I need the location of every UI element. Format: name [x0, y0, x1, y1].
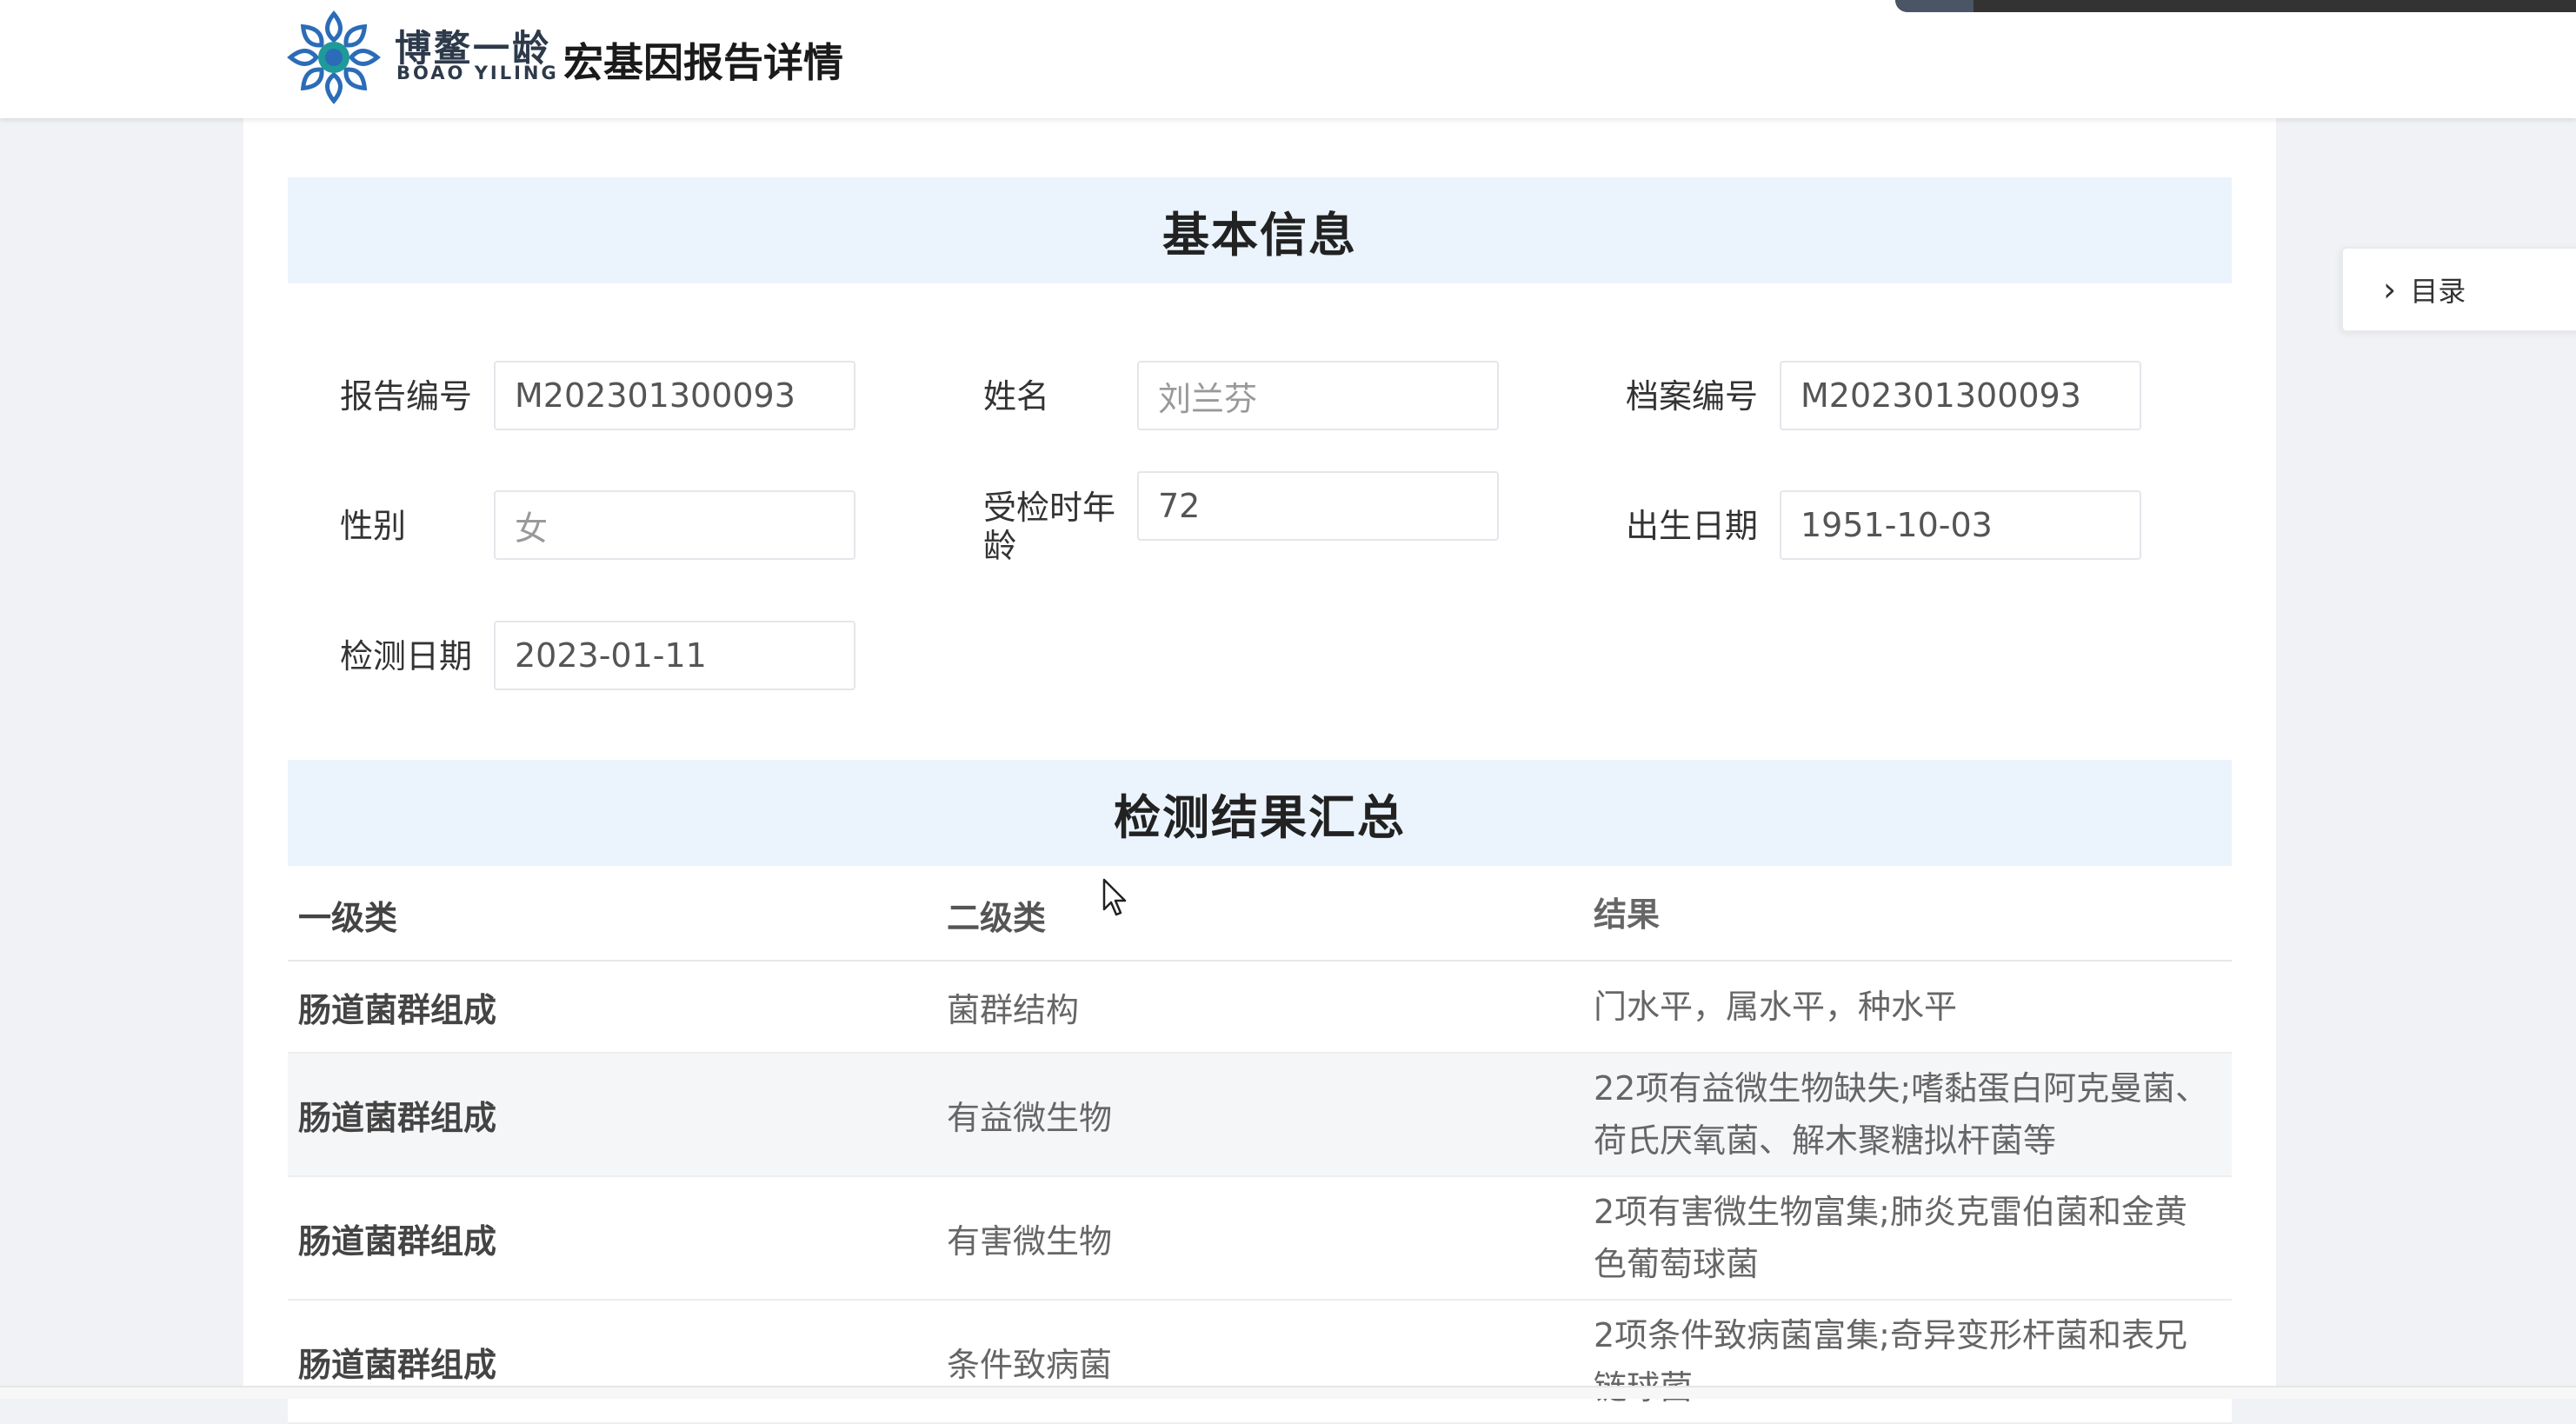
label-archive-no: 档案编号: [1626, 377, 1759, 416]
cell-level1: 肠道菌群组成: [298, 1345, 497, 1384]
top-overlay-accent: [1895, 0, 1974, 12]
label-birth-date: 出生日期: [1626, 507, 1759, 545]
top-header: 博鳌一龄 BOAO YILING 宏基因报告详情: [0, 0, 2576, 118]
cell-level2: 有益微生物: [947, 1098, 1113, 1137]
results-table: 一级类 二级类 结果 肠道菌群组成 菌群结构 门水平，属水平，种水平 肠道菌群组…: [288, 869, 2232, 1424]
label-test-date: 检测日期: [340, 637, 473, 675]
column-header-level2: 二级类: [947, 898, 1047, 937]
cell-result: 2项有害微生物富集;肺炎克雷伯菌和金黄色葡萄球菌: [1594, 1193, 2187, 1283]
table-row: 肠道菌群组成 条件致病菌 2项条件致病菌富集;奇异变形杆菌和表兄链球菌: [288, 1301, 2232, 1424]
chevron-right-icon: ›: [2383, 270, 2397, 309]
table-header-row: 一级类 二级类 结果: [288, 869, 2232, 962]
table-row: 肠道菌群组成 有害微生物 2项有害微生物富集;肺炎克雷伯菌和金黄色葡萄球菌: [288, 1177, 2232, 1301]
label-report-no: 报告编号: [340, 377, 473, 416]
name-field[interactable]: 刘兰芬: [1137, 361, 1499, 430]
label-age: 受检时年龄: [983, 489, 1116, 565]
archive-no-field[interactable]: M202301300093: [1780, 361, 2141, 430]
cell-level1: 肠道菌群组成: [298, 1221, 497, 1261]
table-row: 肠道菌群组成 有益微生物 22项有益微生物缺失;嗜黏蛋白阿克曼菌、荷氏厌氧菌、解…: [288, 1054, 2232, 1177]
toc-label: 目录: [2410, 275, 2466, 308]
cell-level2: 有害微生物: [947, 1221, 1113, 1261]
cell-result: 门水平，属水平，种水平: [1594, 988, 1958, 1026]
report-no-field[interactable]: M202301300093: [494, 361, 855, 430]
test-date-field[interactable]: 2023-01-11: [494, 621, 855, 690]
toc-button[interactable]: › 目录: [2341, 247, 2576, 332]
page-title: 宏基因报告详情: [563, 39, 843, 86]
birth-date-field[interactable]: 1951-10-03: [1780, 490, 2141, 560]
cell-result: 2项条件致病菌富集;奇异变形杆菌和表兄链球菌: [1594, 1316, 2187, 1407]
label-name: 姓名: [983, 377, 1050, 416]
cell-level2: 菌群结构: [947, 990, 1080, 1029]
cell-level2: 条件致病菌: [947, 1345, 1113, 1384]
section-title-basic-info: 基本信息: [288, 177, 2232, 283]
column-header-level1: 一级类: [298, 898, 398, 937]
cell-level1: 肠道菌群组成: [298, 1098, 497, 1137]
table-row: 肠道菌群组成 菌群结构 门水平，属水平，种水平: [288, 962, 2232, 1054]
label-gender: 性别: [340, 507, 407, 545]
top-overlay-bar: [1895, 0, 2576, 12]
brand-name-en: BOAO YILING: [396, 63, 559, 83]
age-field[interactable]: 72: [1137, 471, 1499, 541]
mouse-cursor-icon: [1102, 878, 1127, 916]
column-header-result: 结果: [1594, 895, 1661, 934]
cell-level1: 肠道菌群组成: [298, 990, 497, 1029]
boao-logo-icon: [287, 10, 381, 104]
section-title-results: 检测结果汇总: [288, 760, 2232, 866]
gender-field[interactable]: 女: [494, 490, 855, 560]
cell-result: 22项有益微生物缺失;嗜黏蛋白阿克曼菌、荷氏厌氧菌、解木聚糖拟杆菌等: [1594, 1069, 2209, 1160]
